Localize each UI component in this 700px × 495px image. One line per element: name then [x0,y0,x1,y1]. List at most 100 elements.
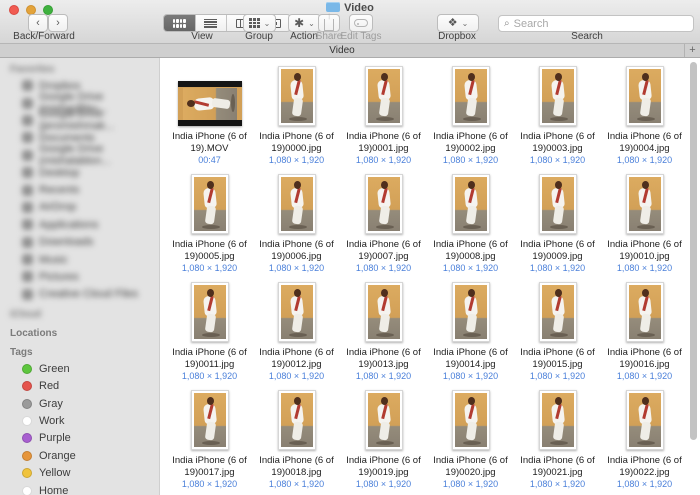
tag-item[interactable]: Home [0,482,159,495]
tag-item[interactable]: Purple [0,430,159,447]
file-name: India iPhone (6 of 19)0002.jpg [433,131,508,154]
photo-thumbnail [451,66,490,126]
file-item[interactable]: India iPhone (6 of 19)0017.jpg 1,080 × 1… [166,386,253,494]
file-item[interactable]: India iPhone (6 of 19)0003.jpg 1,080 × 1… [514,62,601,170]
file-name: India iPhone (6 of 19)0022.jpg [607,455,682,478]
sidebar-item-icon [22,149,33,161]
tag-icon [354,19,368,27]
file-meta: 1,080 × 1,920 [268,479,325,489]
sidebar-item-label: Downloads [39,236,94,249]
tab-video[interactable]: Video [0,44,684,57]
file-item[interactable]: India iPhone (6 of 19).MOV 00:47 [166,62,253,170]
file-meta: 1,080 × 1,920 [355,155,412,165]
sidebar-item[interactable]: Pictures [0,268,159,285]
file-item[interactable]: India iPhone (6 of 19)0020.jpg 1,080 × 1… [427,386,514,494]
icloud-header: iCloud [10,309,42,321]
photo-thumbnail [190,390,229,450]
sidebar-item[interactable]: AirDrop [0,199,159,216]
sidebar-item-label: Recents [39,184,80,197]
file-item[interactable]: India iPhone (6 of 19)0004.jpg 1,080 × 1… [601,62,688,170]
sidebar-item-label: Dropbox [39,79,81,92]
sidebar-item[interactable]: Downloads [0,234,159,251]
file-item[interactable]: India iPhone (6 of 19)0018.jpg 1,080 × 1… [253,386,340,494]
file-thumbnail [538,278,577,342]
photo-thumbnail [364,282,403,342]
file-item[interactable]: India iPhone (6 of 19)0019.jpg 1,080 × 1… [340,386,427,494]
file-name: India iPhone (6 of 19)0009.jpg [520,239,595,262]
search-input[interactable] [513,17,688,30]
file-meta: 1,080 × 1,920 [529,155,586,165]
file-name: India iPhone (6 of 19)0007.jpg [346,239,421,262]
file-name: India iPhone (6 of 19)0001.jpg [346,131,421,154]
share-icon [324,11,334,31]
file-thumbnail [277,278,316,342]
forward-button[interactable]: › [48,14,68,32]
sidebar-item[interactable]: Music [0,251,159,268]
tag-color-dot [22,363,32,374]
sidebar-item[interactable]: Creative Cloud Files [0,286,159,303]
tag-item[interactable]: Work [0,412,159,429]
dropbox-button[interactable]: ❖ ⌄ [437,14,479,32]
file-item[interactable]: India iPhone (6 of 19)0002.jpg 1,080 × 1… [427,62,514,170]
share-button[interactable] [318,11,340,32]
search-field[interactable]: ⌕ [498,15,694,32]
file-thumbnail [190,170,229,234]
file-thumbnail [625,278,664,342]
file-item[interactable]: India iPhone (6 of 19)0009.jpg 1,080 × 1… [514,170,601,278]
file-meta: 1,080 × 1,920 [181,263,238,273]
view-icon-button[interactable] [164,15,196,31]
window-title: Video [0,1,700,14]
vertical-scrollbar[interactable] [690,62,697,440]
action-button[interactable]: ✱ ⌄ [288,14,321,32]
sidebar-item[interactable]: Google Drive (jeromishmak... [0,108,159,132]
file-thumbnail [625,386,664,450]
file-item[interactable]: India iPhone (6 of 19)0010.jpg 1,080 × 1… [601,170,688,278]
photo-thumbnail [625,174,664,234]
sidebar-item[interactable]: Desktop [0,164,159,181]
edit-tags-button[interactable] [349,14,373,32]
tag-color-dot [22,381,32,392]
sidebar-item[interactable]: Google Drive (mishalablon... [0,143,159,167]
file-thumbnail [451,170,490,234]
file-item[interactable]: India iPhone (6 of 19)0005.jpg 1,080 × 1… [166,170,253,278]
file-name: India iPhone (6 of 19)0018.jpg [259,455,334,478]
file-item[interactable]: India iPhone (6 of 19)0001.jpg 1,080 × 1… [340,62,427,170]
file-item[interactable]: India iPhone (6 of 19)0007.jpg 1,080 × 1… [340,170,427,278]
sidebar-item-icon [22,132,33,144]
tag-item[interactable]: Orange [0,447,159,464]
tag-item[interactable]: Gray [0,395,159,412]
file-meta: 1,080 × 1,920 [529,479,586,489]
photo-thumbnail [625,282,664,342]
sidebar-item-icon [22,201,33,213]
photo-thumbnail [538,174,577,234]
tag-item[interactable]: Red [0,377,159,394]
file-item[interactable]: India iPhone (6 of 19)0022.jpg 1,080 × 1… [601,386,688,494]
photo-thumbnail [451,390,490,450]
sidebar-item[interactable]: Recents [0,181,159,198]
file-meta: 1,080 × 1,920 [616,155,673,165]
back-button[interactable]: ‹ [28,14,48,32]
file-item[interactable]: India iPhone (6 of 19)0012.jpg 1,080 × 1… [253,278,340,386]
sidebar: Favorites Dropbox Google Drive (mishaj@b… [0,58,160,495]
new-tab-button[interactable]: + [684,44,700,57]
tag-item[interactable]: Green [0,360,159,377]
file-thumbnail [451,278,490,342]
file-item[interactable]: India iPhone (6 of 19)0008.jpg 1,080 × 1… [427,170,514,278]
file-name: India iPhone (6 of 19)0020.jpg [433,455,508,478]
file-item[interactable]: India iPhone (6 of 19)0014.jpg 1,080 × 1… [427,278,514,386]
file-thumbnail [190,278,229,342]
file-item[interactable]: India iPhone (6 of 19)0015.jpg 1,080 × 1… [514,278,601,386]
file-item[interactable]: India iPhone (6 of 19)0011.jpg 1,080 × 1… [166,278,253,386]
file-item[interactable]: India iPhone (6 of 19)0021.jpg 1,080 × 1… [514,386,601,494]
file-item[interactable]: India iPhone (6 of 19)0016.jpg 1,080 × 1… [601,278,688,386]
file-item[interactable]: India iPhone (6 of 19)0006.jpg 1,080 × 1… [253,170,340,278]
file-item[interactable]: India iPhone (6 of 19)0000.jpg 1,080 × 1… [253,62,340,170]
favorites-list: Dropbox Google Drive (mishaj@bu... Googl… [0,77,159,303]
tags-list: Green Red Gray Work Purple Orange Yellow [0,360,159,495]
file-meta: 1,080 × 1,920 [268,263,325,273]
tag-item[interactable]: Yellow [0,464,159,481]
file-item[interactable]: India iPhone (6 of 19)0013.jpg 1,080 × 1… [340,278,427,386]
view-list-button[interactable] [196,15,227,31]
group-button[interactable]: ⌄ [243,14,276,32]
sidebar-item[interactable]: Applications [0,216,159,233]
